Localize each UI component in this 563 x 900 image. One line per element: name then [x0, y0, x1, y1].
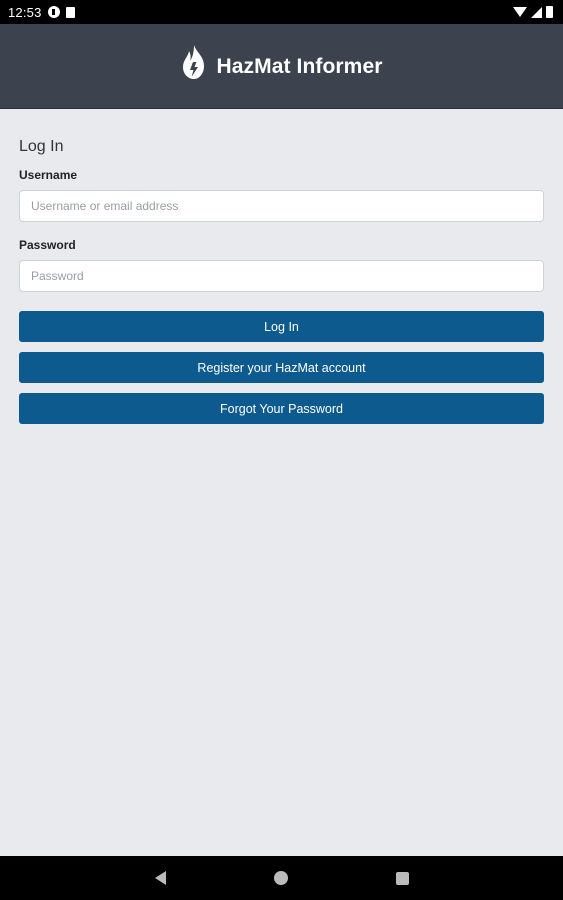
brand: HazMat Informer: [180, 44, 382, 82]
register-button[interactable]: Register your HazMat account: [19, 352, 544, 383]
cell-signal-icon: [531, 6, 542, 18]
app-title: HazMat Informer: [216, 55, 383, 78]
forgot-password-button[interactable]: Forgot Your Password: [19, 393, 544, 424]
recents-icon[interactable]: [395, 871, 409, 885]
app-header: HazMat Informer: [0, 24, 563, 109]
flame-icon: [183, 45, 205, 79]
sd-card-icon: [65, 6, 75, 18]
home-icon[interactable]: [273, 871, 288, 885]
battery-icon: [546, 6, 553, 18]
login-panel: Log In Username Password Log In Register…: [19, 109, 544, 424]
system-nav-bar: [0, 856, 563, 900]
username-label: Username: [19, 168, 78, 182]
login-button[interactable]: Log In: [19, 311, 544, 342]
status-time: 12:53: [8, 4, 42, 20]
password-input[interactable]: [19, 260, 544, 292]
wifi-icon: [513, 7, 527, 17]
notification-icon: [47, 6, 60, 18]
username-input[interactable]: [19, 190, 544, 222]
password-label: Password: [19, 238, 76, 252]
login-heading: Log In: [19, 138, 64, 155]
back-icon[interactable]: [154, 871, 166, 885]
status-left: 12:53: [8, 5, 75, 20]
status-bar: 12:53: [0, 0, 563, 24]
status-right: [513, 6, 553, 18]
